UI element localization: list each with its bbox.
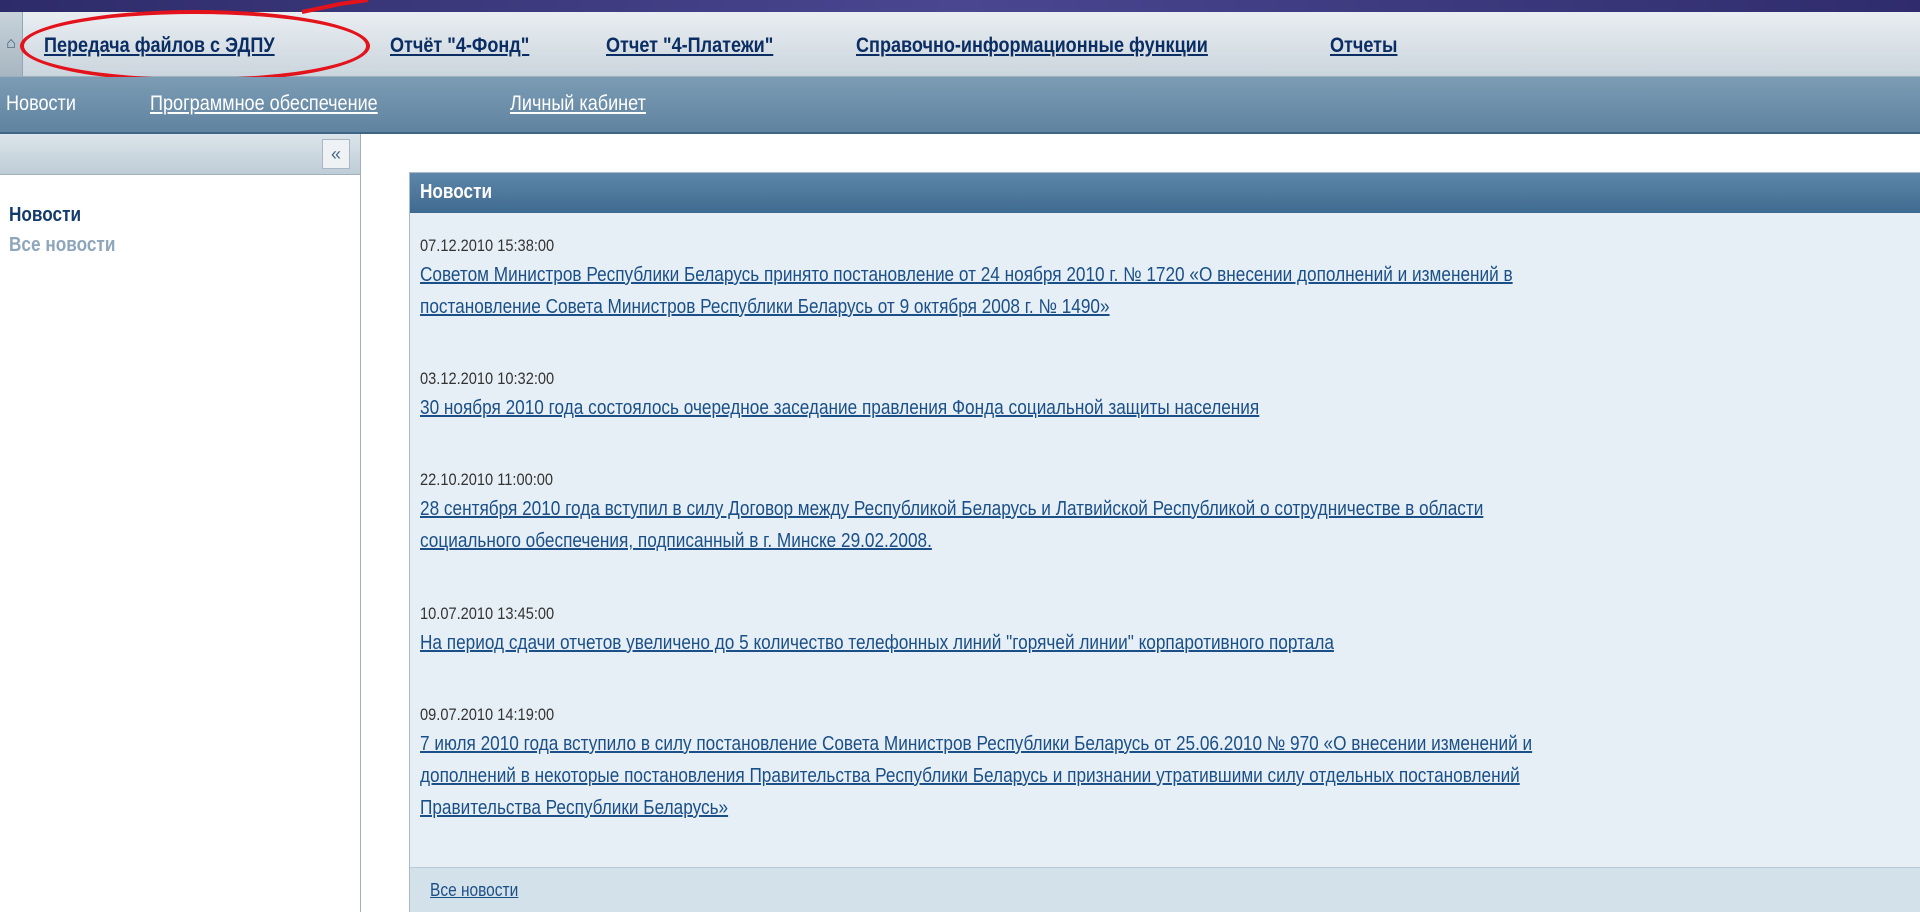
main-navigation-bar: ⌂ Передача файлов с ЭДПУ Отчёт "4-Фонд" … — [0, 12, 1920, 77]
news-panel-footer: Все новости — [410, 867, 1920, 912]
news-item: 03.12.2010 10:32:00 30 ноября 2010 года … — [420, 366, 1920, 424]
subnav-item-personal-account[interactable]: Личный кабинет — [510, 92, 646, 116]
page: ⌂ Передача файлов с ЭДПУ Отчёт "4-Фонд" … — [0, 0, 1920, 912]
nav-item-reports[interactable]: Отчеты — [1330, 34, 1397, 58]
news-panel-header: Новости — [410, 173, 1920, 213]
news-link[interactable]: дополнений в некоторые постановления Пра… — [420, 760, 1727, 792]
news-item: 22.10.2010 11:00:00 28 сентября 2010 год… — [420, 467, 1920, 557]
news-link[interactable]: постановление Совета Министров Республик… — [420, 291, 1727, 323]
sidebar-header: « — [0, 134, 360, 175]
subnav-item-software[interactable]: Программное обеспечение — [150, 92, 378, 116]
news-panel: Новости 07.12.2010 15:38:00 Советом Мини… — [409, 172, 1920, 912]
nav-item-reference-functions[interactable]: Справочно-информационные функции — [856, 34, 1208, 58]
news-link[interactable]: Советом Министров Республики Беларусь пр… — [420, 259, 1727, 291]
news-date: 22.10.2010 11:00:00 — [420, 470, 554, 489]
news-date: 07.12.2010 15:38:00 — [420, 236, 555, 255]
secondary-navigation-bar: Новости Программное обеспечение Личный к… — [0, 77, 1920, 134]
top-decorative-strip — [0, 0, 1920, 12]
news-link[interactable]: 30 ноября 2010 года состоялось очередное… — [420, 392, 1727, 424]
news-link[interactable]: 7 июля 2010 года вступило в силу постано… — [420, 728, 1727, 760]
nav-item-report-4-fund[interactable]: Отчёт "4-Фонд" — [390, 34, 529, 58]
sidebar-link-all-news[interactable]: Все новости — [9, 234, 115, 257]
news-date: 03.12.2010 10:32:00 — [420, 369, 555, 388]
news-link[interactable]: На период сдачи отчетов увеличено до 5 к… — [420, 627, 1727, 659]
nav-item-report-4-payments[interactable]: Отчет "4-Платежи" — [606, 34, 773, 58]
collapse-sidebar-button[interactable]: « — [322, 139, 350, 169]
all-news-link[interactable]: Все новости — [430, 880, 518, 901]
news-date: 09.07.2010 14:19:00 — [420, 705, 555, 724]
subnav-item-news[interactable]: Новости — [6, 92, 76, 116]
main-content: Новости 07.12.2010 15:38:00 Советом Мини… — [361, 134, 1920, 912]
home-icon[interactable]: ⌂ — [0, 12, 23, 76]
sidebar-heading: Новости — [9, 204, 82, 226]
news-item: 07.12.2010 15:38:00 Советом Министров Ре… — [420, 233, 1920, 323]
news-date: 10.07.2010 13:45:00 — [420, 604, 555, 623]
news-link[interactable]: Правительства Республики Беларусь» — [420, 792, 1727, 824]
nav-item-file-transfer[interactable]: Передача файлов с ЭДПУ — [44, 34, 275, 58]
news-item: 09.07.2010 14:19:00 7 июля 2010 года вст… — [420, 702, 1920, 824]
news-item: 10.07.2010 13:45:00 На период сдачи отче… — [420, 601, 1920, 659]
news-link[interactable]: социального обеспечения, подписанный в г… — [420, 525, 1727, 557]
news-link[interactable]: 28 сентября 2010 года вступил в силу Дог… — [420, 493, 1727, 525]
news-panel-title: Новости — [420, 181, 493, 203]
sidebar: « Новости Все новости — [0, 134, 361, 912]
